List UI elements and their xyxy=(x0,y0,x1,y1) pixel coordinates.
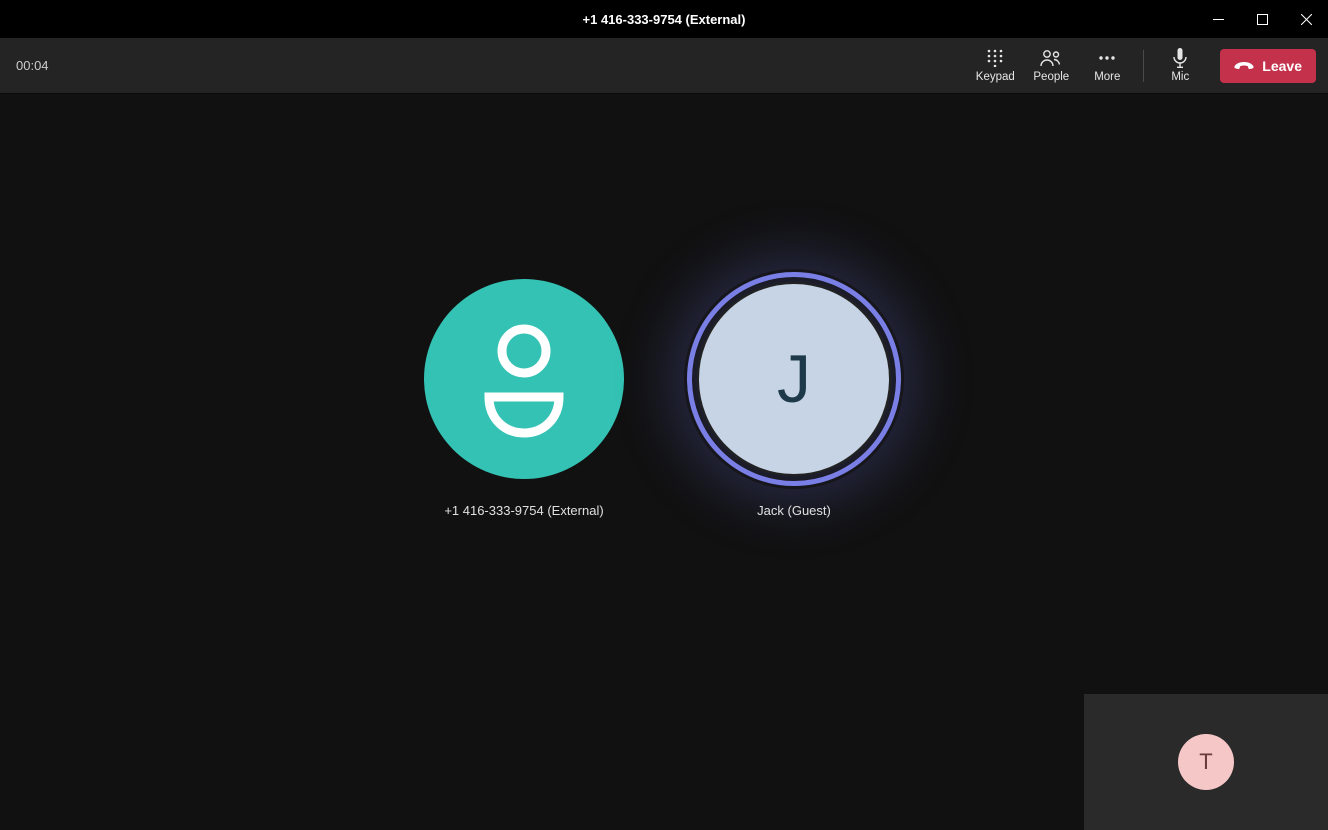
speaking-glow: J xyxy=(684,269,904,489)
window-title: +1 416-333-9754 (External) xyxy=(0,12,1328,27)
close-icon xyxy=(1301,14,1312,25)
call-window: +1 416-333-9754 (External) 00:04 xyxy=(0,0,1328,830)
more-icon xyxy=(1098,47,1116,69)
keypad-label: Keypad xyxy=(976,72,1015,84)
self-initial: T xyxy=(1199,749,1212,775)
minimize-button[interactable] xyxy=(1196,0,1240,38)
toolbar-actions: Keypad People More xyxy=(967,40,1316,92)
minimize-icon xyxy=(1213,14,1224,25)
participant-guest[interactable]: J Jack (Guest) xyxy=(684,269,904,518)
guest-initial: J xyxy=(777,340,811,418)
titlebar: +1 416-333-9754 (External) xyxy=(0,0,1328,38)
keypad-button[interactable]: Keypad xyxy=(967,40,1023,92)
hangup-icon xyxy=(1234,60,1254,72)
close-button[interactable] xyxy=(1284,0,1328,38)
maximize-icon xyxy=(1257,14,1268,25)
mic-icon xyxy=(1173,47,1187,69)
self-view[interactable]: T xyxy=(1084,694,1328,830)
people-icon xyxy=(1040,47,1062,69)
external-avatar xyxy=(424,279,624,479)
window-controls xyxy=(1196,0,1328,38)
mic-button[interactable]: Mic xyxy=(1152,40,1208,92)
leave-button[interactable]: Leave xyxy=(1220,49,1316,83)
more-label: More xyxy=(1094,72,1120,84)
keypad-icon xyxy=(987,47,1003,69)
participants-area: +1 416-333-9754 (External) J Jack (Guest… xyxy=(0,94,1328,830)
participant-external[interactable]: +1 416-333-9754 (External) xyxy=(424,279,624,518)
guest-name: Jack (Guest) xyxy=(757,503,831,518)
toolbar-separator xyxy=(1143,50,1144,82)
call-toolbar: 00:04 Keypad xyxy=(0,38,1328,94)
speaking-ring: J xyxy=(687,272,901,486)
person-icon xyxy=(469,319,579,439)
external-name: +1 416-333-9754 (External) xyxy=(444,503,603,518)
leave-label: Leave xyxy=(1262,58,1302,74)
more-button[interactable]: More xyxy=(1079,40,1135,92)
maximize-button[interactable] xyxy=(1240,0,1284,38)
people-button[interactable]: People xyxy=(1023,40,1079,92)
self-avatar: T xyxy=(1178,734,1234,790)
guest-avatar: J xyxy=(697,282,891,476)
call-timer: 00:04 xyxy=(16,58,49,73)
mic-label: Mic xyxy=(1171,72,1189,84)
people-label: People xyxy=(1033,72,1069,84)
